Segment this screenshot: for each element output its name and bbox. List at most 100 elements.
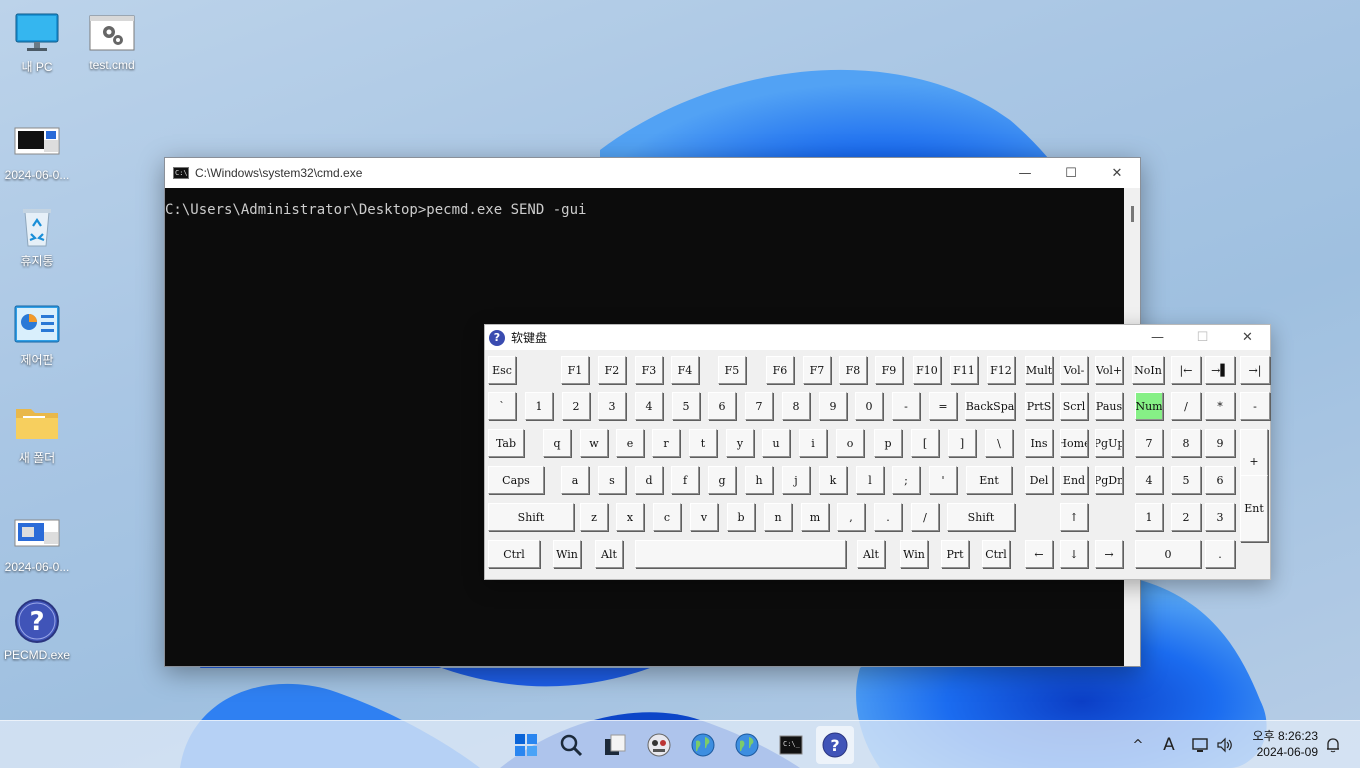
key-symbol-46[interactable]: . xyxy=(874,503,902,531)
taskbar-pecmd-button[interactable]: ? xyxy=(816,726,854,764)
key-5[interactable]: 5 xyxy=(1171,466,1201,494)
close-button[interactable]: ✕ xyxy=(1094,158,1140,188)
taskbar-browser-button-2[interactable] xyxy=(728,726,766,764)
scrollbar-thumb[interactable] xyxy=(1131,206,1134,222)
key-i[interactable]: i xyxy=(799,429,827,457)
start-button[interactable] xyxy=(507,726,545,764)
key-f12[interactable]: F12 xyxy=(987,356,1015,384)
key-f10[interactable]: F10 xyxy=(913,356,941,384)
key-j[interactable]: j xyxy=(782,466,810,494)
key-symbol-8594[interactable]: → xyxy=(1095,540,1123,568)
key-9[interactable]: 9 xyxy=(819,392,847,420)
minimize-button[interactable]: — xyxy=(1135,325,1180,350)
key-2[interactable]: 2 xyxy=(562,392,590,420)
key-symbol-8595[interactable]: ↓ xyxy=(1060,540,1088,568)
key-alt[interactable]: Alt xyxy=(595,540,623,568)
key-n[interactable]: n xyxy=(764,503,792,531)
cmd-titlebar[interactable]: C:\ C:\Windows\system32\cmd.exe — ☐ ✕ xyxy=(165,158,1140,188)
key-space[interactable] xyxy=(635,540,846,568)
key-symbol-8593[interactable]: ↑ xyxy=(1060,503,1088,531)
key-symbol-8594[interactable]: →▌ xyxy=(1205,356,1235,384)
key-ent[interactable]: Ent xyxy=(966,466,1012,494)
key-vol-[interactable]: Vol+ xyxy=(1095,356,1123,384)
key-symbol-92[interactable]: \ xyxy=(985,429,1013,457)
key-num[interactable]: Num xyxy=(1135,392,1163,420)
task-view-button[interactable] xyxy=(596,726,634,764)
key-backspa[interactable]: BackSpa xyxy=(965,392,1015,420)
taskbar-app-button[interactable] xyxy=(640,726,678,764)
key-noin[interactable]: NoIn xyxy=(1132,356,1164,384)
key-del[interactable]: Del xyxy=(1025,466,1053,494)
desktop-icon-control-panel[interactable]: 제어판 xyxy=(0,305,74,368)
key-home[interactable]: Home xyxy=(1060,429,1088,457)
key-prts[interactable]: PrtS xyxy=(1025,392,1053,420)
key-6[interactable]: 6 xyxy=(1205,466,1235,494)
key-f11[interactable]: F11 xyxy=(950,356,978,384)
key-7[interactable]: 7 xyxy=(745,392,773,420)
key-scrl[interactable]: Scrl xyxy=(1060,392,1088,420)
key-symbol-39[interactable]: ' xyxy=(929,466,957,494)
key-end[interactable]: End xyxy=(1060,466,1088,494)
key-5[interactable]: 5 xyxy=(672,392,700,420)
close-button[interactable]: ✕ xyxy=(1225,325,1270,350)
key-p[interactable]: p xyxy=(874,429,902,457)
key-shift[interactable]: Shift xyxy=(947,503,1015,531)
volume-icon[interactable] xyxy=(1214,721,1236,768)
desktop-icon-screenshot-2[interactable]: 2024-06-0... xyxy=(0,514,74,574)
soft-keyboard-window[interactable]: ? 软键盘 — ☐ ✕ Esc F1 F2 F3 F4 F5 F6 F7 F8 F9 F10 F11 F… xyxy=(484,324,1271,580)
key-4[interactable]: 4 xyxy=(1135,466,1163,494)
key-8[interactable]: 8 xyxy=(782,392,810,420)
key-f7[interactable]: F7 xyxy=(803,356,831,384)
desktop-icon-recycle-bin[interactable]: 휴지통 xyxy=(0,206,74,269)
key-d[interactable]: d xyxy=(635,466,663,494)
taskbar-cmd-button[interactable]: C:\_ xyxy=(772,726,810,764)
key-symbol-45[interactable]: - xyxy=(1240,392,1270,420)
key-f[interactable]: f xyxy=(671,466,699,494)
key-win[interactable]: Win xyxy=(900,540,928,568)
key-2[interactable]: 2 xyxy=(1171,503,1201,531)
key-r[interactable]: r xyxy=(652,429,680,457)
key-6[interactable]: 6 xyxy=(708,392,736,420)
key-win[interactable]: Win xyxy=(553,540,581,568)
key-k[interactable]: k xyxy=(819,466,847,494)
key-paus[interactable]: Paus xyxy=(1095,392,1123,420)
key-t[interactable]: t xyxy=(689,429,717,457)
key-0[interactable]: 0 xyxy=(1135,540,1201,568)
key-1[interactable]: 1 xyxy=(1135,503,1163,531)
key-symbol-47[interactable]: / xyxy=(911,503,939,531)
key-l[interactable]: l xyxy=(856,466,884,494)
key-f8[interactable]: F8 xyxy=(839,356,867,384)
key-h[interactable]: h xyxy=(745,466,773,494)
key-tab[interactable]: Tab xyxy=(488,429,524,457)
key-v[interactable]: v xyxy=(690,503,718,531)
key-symbol-91[interactable]: [ xyxy=(911,429,939,457)
key-3[interactable]: 3 xyxy=(1205,503,1235,531)
key-esc[interactable]: Esc xyxy=(488,356,516,384)
search-button[interactable] xyxy=(552,726,590,764)
key-symbol-59[interactable]: ; xyxy=(892,466,920,494)
key-ctrl[interactable]: Ctrl xyxy=(982,540,1010,568)
key-u[interactable]: u xyxy=(762,429,790,457)
key-vol-[interactable]: Vol- xyxy=(1060,356,1088,384)
key-4[interactable]: 4 xyxy=(635,392,663,420)
key-a[interactable]: a xyxy=(561,466,589,494)
maximize-button[interactable]: ☐ xyxy=(1048,158,1094,188)
key-y[interactable]: y xyxy=(726,429,754,457)
key-mult[interactable]: Mult xyxy=(1025,356,1053,384)
key-ent[interactable]: Ent xyxy=(1240,475,1268,542)
key-3[interactable]: 3 xyxy=(598,392,626,420)
desktop-icon-my-pc[interactable]: 내 PC xyxy=(0,12,74,75)
key-0[interactable]: 0 xyxy=(855,392,883,420)
network-icon[interactable] xyxy=(1190,721,1212,768)
key-symbol-46[interactable]: . xyxy=(1205,540,1235,568)
keyboard-titlebar[interactable]: ? 软键盘 — ☐ ✕ xyxy=(485,325,1270,350)
key-symbol-8594[interactable]: →| xyxy=(1240,356,1270,384)
key-g[interactable]: g xyxy=(708,466,736,494)
key-f4[interactable]: F4 xyxy=(671,356,699,384)
key-shift[interactable]: Shift xyxy=(488,503,574,531)
key-z[interactable]: z xyxy=(580,503,608,531)
key-8[interactable]: 8 xyxy=(1171,429,1201,457)
key-prt[interactable]: Prt xyxy=(941,540,969,568)
ime-indicator[interactable]: A xyxy=(1158,721,1180,768)
key-alt[interactable]: Alt xyxy=(857,540,885,568)
